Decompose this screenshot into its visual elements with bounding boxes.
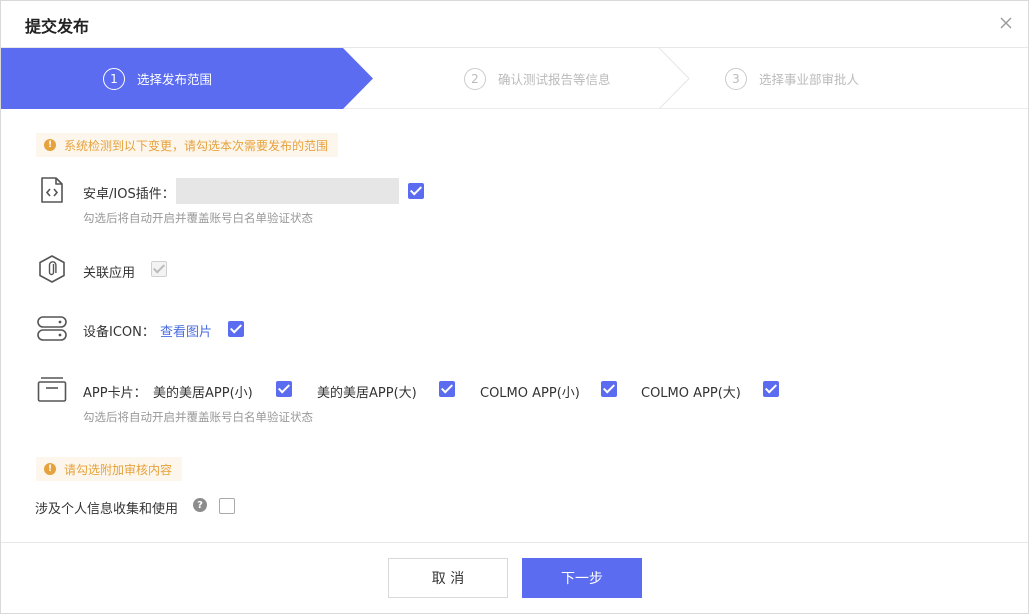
step-bar: 1 选择发布范围 2 确认测试报告等信息 3 选择事业部审批人 — [1, 48, 1028, 109]
question-icon[interactable]: ? — [193, 498, 207, 512]
app-card-option-2-label: 美的美居APP(大) — [317, 386, 417, 401]
card-box-icon — [37, 374, 67, 404]
app-card-option-2-checkbox[interactable] — [439, 381, 455, 397]
change-notice: ! 系统检测到以下变更，请勾选本次需要发布的范围 — [36, 133, 339, 157]
app-card-option-3-checkbox[interactable] — [601, 381, 617, 397]
related-app-label: 关联应用 — [83, 266, 136, 281]
app-card-option-1-checkbox[interactable] — [276, 381, 292, 397]
app-card-option-4-label: COLMO APP(大) — [641, 386, 741, 401]
app-card-label: APP卡片： — [83, 386, 147, 401]
device-icon-label: 设备ICON： — [83, 325, 155, 340]
app-card-hint: 勾选后将自动开启并覆盖账号白名单验证状态 — [83, 410, 313, 424]
dialog-header: 提交发布 — [1, 1, 1028, 48]
extra-review-notice: ! 请勾选附加审核内容 — [36, 457, 183, 481]
step-2-number: 2 — [464, 67, 486, 90]
server-icon — [37, 314, 67, 344]
view-image-link[interactable]: 查看图片 — [160, 321, 212, 340]
step-1: 1 选择发布范围 — [103, 48, 212, 109]
step-1-label: 选择发布范围 — [137, 72, 213, 87]
warning-icon: ! — [44, 463, 56, 475]
plugin-hint: 勾选后将自动开启并覆盖账号白名单验证状态 — [83, 211, 313, 225]
attachment-hex-icon — [37, 254, 67, 284]
related-app-checkbox — [151, 261, 167, 277]
dialog-title: 提交发布 — [25, 17, 90, 36]
step-3-label: 选择事业部审批人 — [759, 72, 860, 87]
extra-review-notice-text: 请勾选附加审核内容 — [64, 462, 173, 477]
device-icon-checkbox[interactable] — [228, 321, 244, 337]
step-2: 2 确认测试报告等信息 — [464, 48, 611, 109]
next-step-button[interactable]: 下一步 — [522, 558, 642, 598]
app-card-option-1-label: 美的美居APP(小) — [153, 386, 253, 401]
warning-icon: ! — [44, 139, 56, 151]
app-card-option-4-checkbox[interactable] — [763, 381, 779, 397]
submit-release-dialog: 提交发布 1 选择发布范围 2 确认测试报告等信息 3 选择事业部审批人 ! 系… — [0, 0, 1029, 614]
plugin-label: 安卓/IOS插件： — [83, 187, 175, 202]
step-1-number: 1 — [103, 67, 125, 90]
plugin-checkbox[interactable] — [408, 183, 424, 199]
privacy-checkbox[interactable] — [219, 498, 235, 514]
step-2-label: 确认测试报告等信息 — [498, 72, 611, 87]
app-card-option-3-label: COLMO APP(小) — [480, 386, 580, 401]
code-file-icon — [37, 175, 67, 205]
close-icon[interactable] — [996, 13, 1016, 33]
change-notice-text: 系统检测到以下变更，请勾选本次需要发布的范围 — [64, 138, 329, 153]
step-3-number: 3 — [725, 67, 747, 90]
cancel-button[interactable]: 取 消 — [388, 558, 508, 598]
plugin-value-field — [176, 178, 399, 204]
step-3: 3 选择事业部审批人 — [725, 48, 859, 109]
dialog-footer: 取 消 下一步 — [1, 542, 1028, 613]
privacy-label: 涉及个人信息收集和使用 — [35, 502, 179, 517]
